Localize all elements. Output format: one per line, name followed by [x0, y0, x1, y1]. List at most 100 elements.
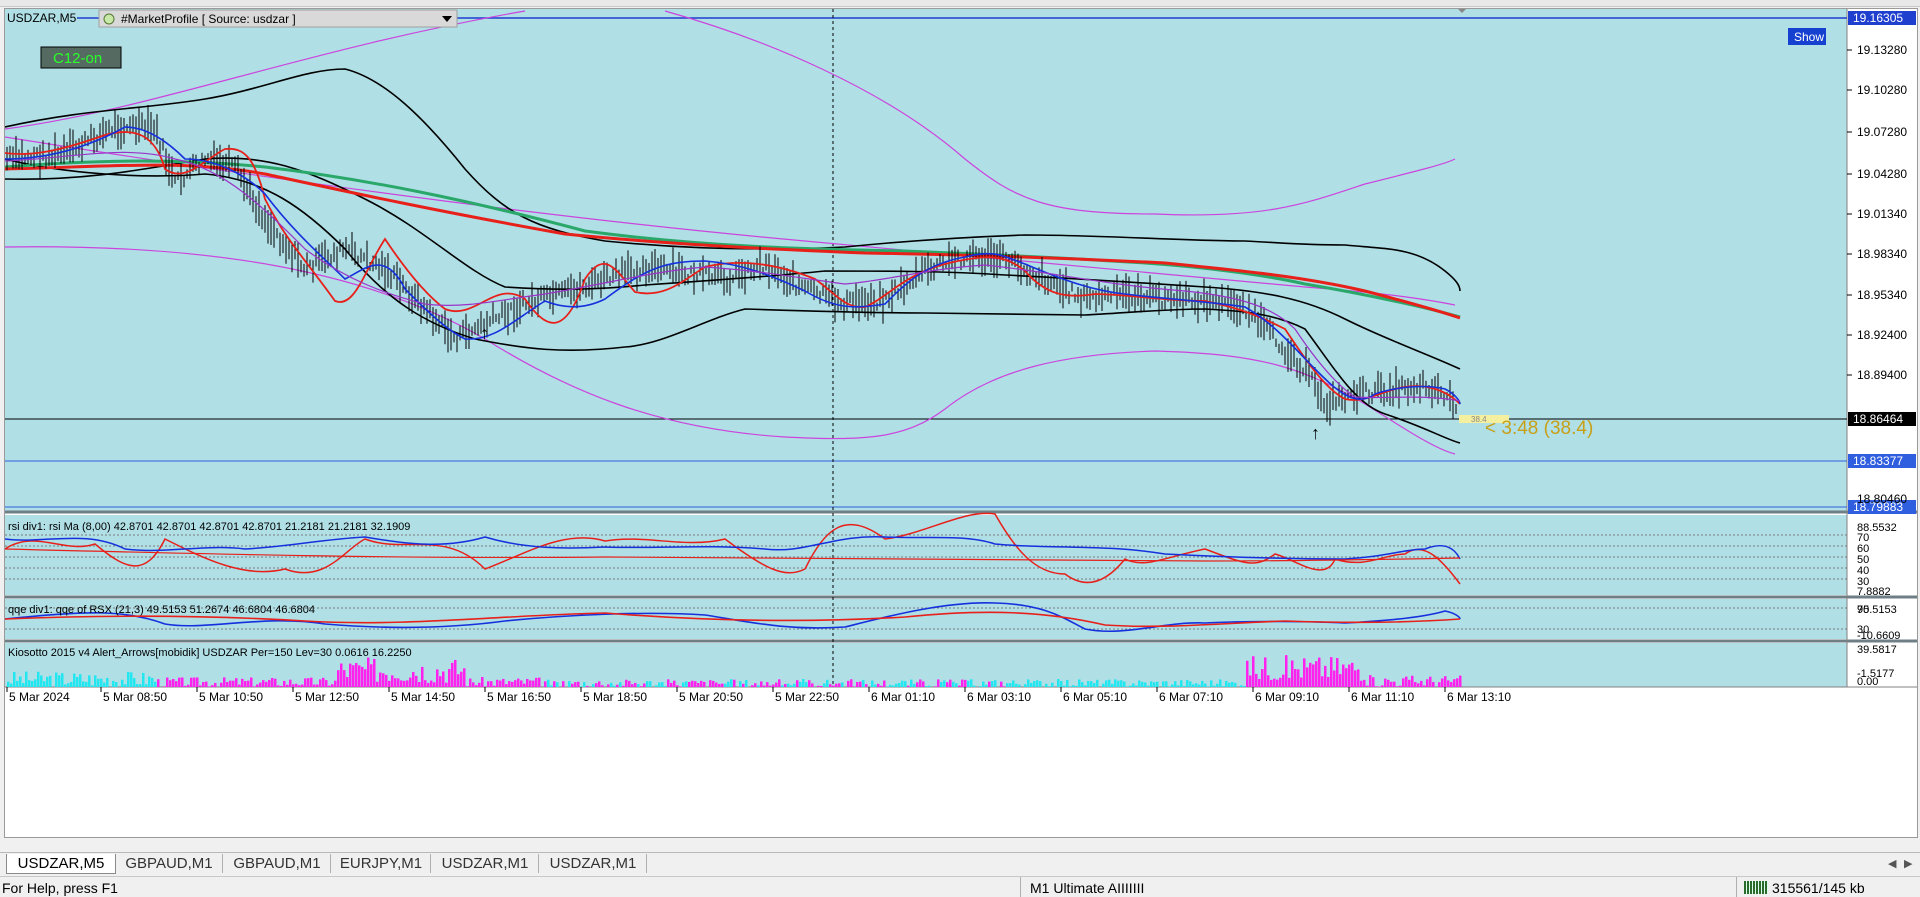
histogram-bar [97, 678, 100, 687]
histogram-bar [1270, 679, 1273, 687]
histogram-bar [298, 685, 301, 687]
histogram-bar [61, 673, 64, 687]
histogram-bar [1249, 675, 1252, 687]
time-axis-label: 5 Mar 12:50 [295, 690, 359, 704]
histogram-bar [598, 681, 601, 687]
histogram-bar [847, 680, 850, 687]
histogram-bar [280, 685, 283, 687]
histogram-bar [658, 682, 661, 687]
status-profile-name[interactable]: M1 Ultimate AIIIIIII [1030, 880, 1144, 896]
histogram-bar [1063, 685, 1066, 687]
histogram-bar [190, 677, 193, 687]
histogram-bar [1387, 679, 1390, 687]
histogram-bar [142, 672, 145, 687]
histogram-bar [277, 685, 280, 687]
histogram-bar [1258, 678, 1261, 687]
kiosotto-axis-label: 0.00 [1857, 676, 1878, 688]
histogram-bar [1072, 685, 1075, 687]
histogram-bar [238, 684, 241, 687]
histogram-bar [637, 684, 640, 687]
histogram-bar [877, 683, 880, 687]
histogram-bar [985, 684, 988, 687]
histogram-bar [982, 681, 985, 687]
histogram-bar [292, 684, 295, 687]
histogram-bar [1069, 686, 1072, 687]
histogram-bar [949, 679, 952, 687]
histogram-bar [1411, 675, 1414, 687]
time-axis-label: 6 Mar 13:10 [1447, 690, 1511, 704]
histogram-bar [889, 684, 892, 687]
time-axis-label: 6 Mar 07:10 [1159, 690, 1223, 704]
histogram-bar [667, 679, 670, 687]
terminal-window: ↑ ↑ 38.4 < 3:48 (38.4) USDZAR,M5 #Market… [0, 0, 1920, 897]
histogram-bar [1189, 681, 1192, 687]
histogram-bar [928, 685, 931, 687]
histogram-bar [916, 682, 919, 687]
histogram-bar [412, 672, 415, 687]
histogram-bar [1066, 680, 1069, 687]
histogram-bar [1126, 686, 1129, 687]
histogram-bar [202, 682, 205, 687]
histogram-bar [1120, 680, 1123, 687]
histogram-bar [1375, 686, 1378, 687]
chart-canvas[interactable]: ↑ ↑ 38.4 < 3:48 (38.4) USDZAR,M5 #Market… [5, 9, 1917, 837]
histogram-bar [1369, 675, 1372, 687]
histogram-bar [811, 683, 814, 687]
histogram-bar [169, 680, 172, 687]
histogram-bar [313, 684, 316, 687]
connection-bars-icon[interactable] [1744, 881, 1768, 894]
histogram-bar [439, 676, 442, 687]
histogram-bar [691, 680, 694, 687]
histogram-bar [640, 686, 643, 687]
time-axis-label: 5 Mar 08:50 [103, 690, 167, 704]
histogram-bar [226, 682, 229, 687]
histogram-bar [520, 680, 523, 687]
histogram-bar [19, 676, 22, 687]
histogram-bar [1303, 658, 1306, 687]
histogram-bar [895, 683, 898, 687]
histogram-bar [664, 686, 667, 687]
histogram-bar [1102, 683, 1105, 687]
histogram-bar [73, 673, 76, 687]
histogram-bar [1123, 681, 1126, 687]
histogram-bar [517, 678, 520, 687]
histogram-bar [919, 679, 922, 687]
histogram-bar [862, 679, 865, 687]
histogram-bar [382, 673, 385, 687]
histogram-bar [1087, 681, 1090, 687]
price-axis-label: 18.98340 [1857, 247, 1907, 261]
histogram-bar [505, 684, 508, 687]
histogram-bar [274, 678, 277, 687]
tab-eurjpy-m1[interactable]: EURJPY,M1 [332, 854, 431, 873]
histogram-bar [1279, 677, 1282, 687]
histogram-bar [253, 686, 256, 687]
histogram-bar [739, 681, 742, 687]
histogram-bar [1132, 683, 1135, 687]
histogram-bar [346, 677, 349, 687]
histogram-bar [550, 685, 553, 687]
histogram-bar [700, 680, 703, 687]
tab-gbpaud-m1[interactable]: GBPAUD,M1 [116, 854, 223, 873]
tab-usdzar-m1[interactable]: USDZAR,M1 [432, 854, 539, 873]
histogram-bar [796, 680, 799, 687]
chart-window[interactable]: ↑ ↑ 38.4 < 3:48 (38.4) USDZAR,M5 #Market… [4, 8, 1918, 838]
tab-usdzar-m1-2[interactable]: USDZAR,M1 [540, 854, 647, 873]
histogram-bar [616, 684, 619, 687]
histogram-bar [64, 684, 67, 687]
histogram-bar [1309, 662, 1312, 687]
histogram-bar [1291, 660, 1294, 687]
histogram-bar [913, 683, 916, 687]
histogram-bar [28, 680, 31, 687]
histogram-bar [1108, 679, 1111, 687]
market-profile-label: #MarketProfile [ Source: usdzar ] [121, 12, 296, 26]
histogram-bar [1201, 680, 1204, 687]
histogram-bar [394, 678, 397, 687]
tab-usdzar-m5[interactable]: USDZAR,M5 [6, 854, 116, 874]
histogram-bar [211, 685, 214, 687]
histogram-bar [799, 681, 802, 687]
tab-scroll-left-icon[interactable]: ◀ [1888, 857, 1896, 870]
tab-scroll-right-icon[interactable]: ▶ [1904, 857, 1912, 870]
price-highlight-label: 19.16305 [1853, 11, 1903, 25]
histogram-bar [730, 679, 733, 687]
tab-gbpaud-m1-2[interactable]: GBPAUD,M1 [224, 854, 331, 873]
